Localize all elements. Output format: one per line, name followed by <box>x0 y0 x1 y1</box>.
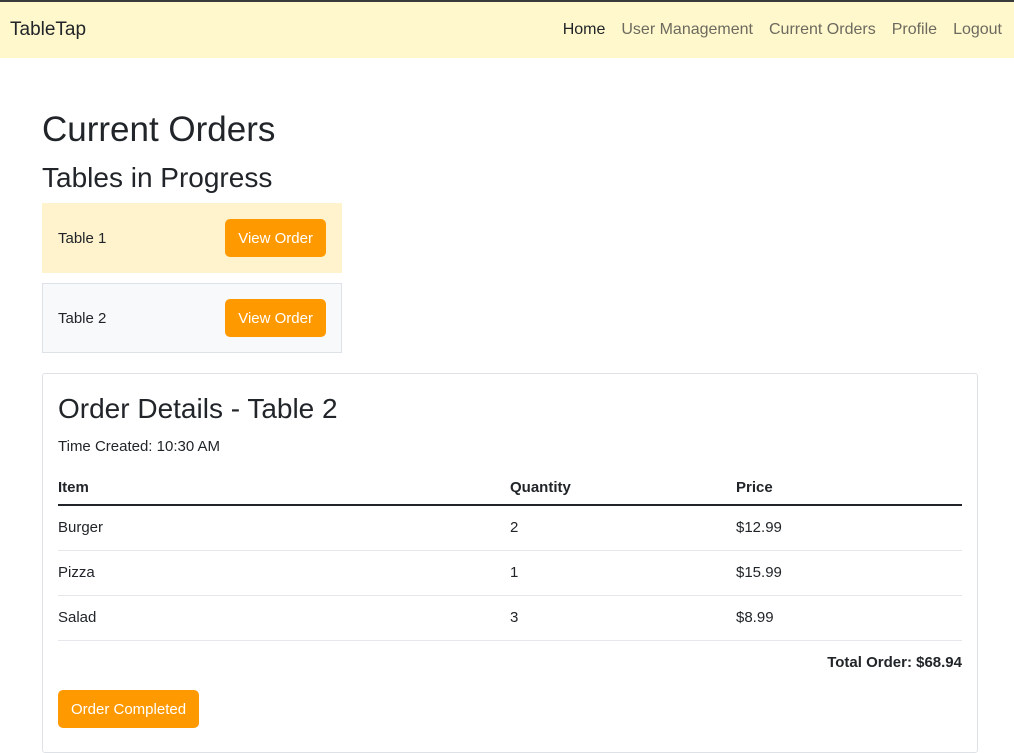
column-header-price: Price <box>736 470 962 506</box>
nav-link-user-management[interactable]: User Management <box>621 21 753 39</box>
table-row: Salad 3 $8.99 <box>58 595 962 641</box>
brand-logo[interactable]: TableTap <box>10 19 86 41</box>
top-navbar: TableTap Home User Management Current Or… <box>0 0 1014 58</box>
quantity-cell: 1 <box>510 550 736 596</box>
column-header-item: Item <box>58 470 510 506</box>
nav-link-logout[interactable]: Logout <box>953 21 1002 39</box>
nav-link-profile[interactable]: Profile <box>892 21 937 39</box>
item-cell: Burger <box>58 505 510 551</box>
price-cell: $12.99 <box>736 505 962 551</box>
order-details-card: Order Details - Table 2 Time Created: 10… <box>42 373 978 753</box>
table-name: Table 2 <box>58 309 107 327</box>
table-row: Burger 2 $12.99 <box>58 505 962 551</box>
quantity-cell: 2 <box>510 505 736 551</box>
view-order-button[interactable]: View Order <box>225 299 326 337</box>
time-created: Time Created: 10:30 AM <box>58 438 221 455</box>
order-items-table: Item Quantity Price Burger 2 $12.99 Pizz… <box>58 470 962 641</box>
nav-links: Home User Management Current Orders Prof… <box>563 21 1002 39</box>
table-row: Pizza 1 $15.99 <box>58 550 962 596</box>
page-title: Current Orders <box>42 110 276 149</box>
view-order-button[interactable]: View Order <box>225 219 326 257</box>
nav-link-home[interactable]: Home <box>563 21 606 39</box>
price-cell: $8.99 <box>736 595 962 641</box>
table-card-1: Table 1 View Order <box>42 203 342 273</box>
table-card-2: Table 2 View Order <box>42 283 342 353</box>
table-name: Table 1 <box>58 229 107 247</box>
item-cell: Pizza <box>58 550 510 596</box>
table-header-row: Item Quantity Price <box>58 470 962 506</box>
nav-link-current-orders[interactable]: Current Orders <box>769 21 876 39</box>
order-total: Total Order: $68.94 <box>827 654 962 671</box>
section-title: Tables in Progress <box>42 162 273 193</box>
order-details-title: Order Details - Table 2 <box>58 393 338 424</box>
column-header-quantity: Quantity <box>510 470 736 506</box>
quantity-cell: 3 <box>510 595 736 641</box>
item-cell: Salad <box>58 595 510 641</box>
order-completed-button[interactable]: Order Completed <box>58 690 200 728</box>
price-cell: $15.99 <box>736 550 962 596</box>
